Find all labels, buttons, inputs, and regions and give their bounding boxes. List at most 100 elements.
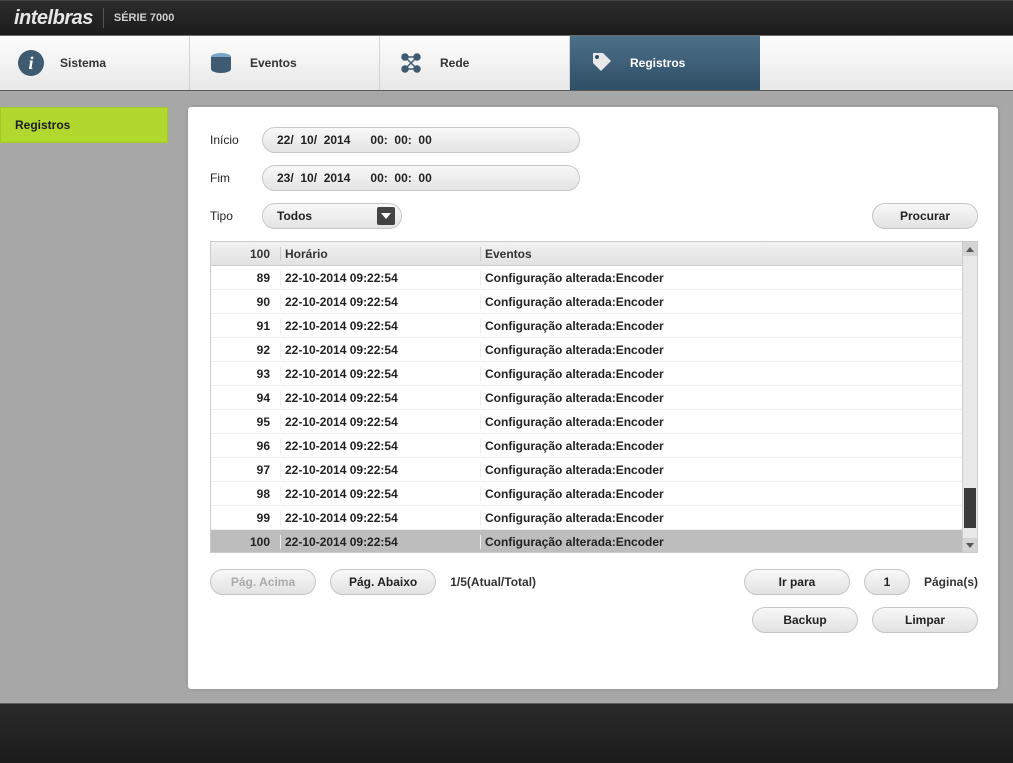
col-event: Eventos — [481, 247, 962, 261]
cylinder-icon — [206, 48, 236, 78]
nav-sistema[interactable]: i Sistema — [0, 36, 190, 90]
page-info: 1/5(Atual/Total) — [450, 575, 536, 589]
cell-time: 22-10-2014 09:22:54 — [281, 535, 481, 549]
cell-time: 22-10-2014 09:22:54 — [281, 415, 481, 429]
row-start: Início 22/ 10/ 2014 00: 00: 00 — [210, 127, 978, 153]
cell-index: 96 — [211, 439, 281, 453]
nav-label: Registros — [630, 56, 685, 70]
content-panel: Início 22/ 10/ 2014 00: 00: 00 Fim 23/ 1… — [188, 107, 998, 689]
row-end: Fim 23/ 10/ 2014 00: 00: 00 — [210, 165, 978, 191]
page-number-input[interactable]: 1 — [864, 569, 910, 595]
table-row[interactable]: 8922-10-2014 09:22:54Configuração altera… — [211, 266, 962, 290]
cell-event: Configuração alterada:Encoder — [481, 271, 962, 285]
sidebar-item-registros[interactable]: Registros — [0, 107, 168, 143]
scroll-up-icon[interactable] — [963, 242, 977, 256]
cell-time: 22-10-2014 09:22:54 — [281, 367, 481, 381]
nav-registros[interactable]: Registros — [570, 36, 760, 90]
sidebar-item-label: Registros — [15, 118, 70, 132]
table-row[interactable]: 10022-10-2014 09:22:54Configuração alter… — [211, 530, 962, 552]
backup-button[interactable]: Backup — [752, 607, 858, 633]
table-row[interactable]: 9722-10-2014 09:22:54Configuração altera… — [211, 458, 962, 482]
cell-index: 91 — [211, 319, 281, 333]
pager-row: Pág. Acima Pág. Abaixo 1/5(Atual/Total) … — [210, 569, 978, 595]
chevron-down-icon — [377, 207, 395, 225]
table-row[interactable]: 9222-10-2014 09:22:54Configuração altera… — [211, 338, 962, 362]
nav-label: Eventos — [250, 56, 297, 70]
scroll-down-icon[interactable] — [963, 538, 977, 552]
nav-eventos[interactable]: Eventos — [190, 36, 380, 90]
cell-index: 94 — [211, 391, 281, 405]
serie-label: SÉRIE 7000 — [114, 12, 175, 24]
cell-index: 99 — [211, 511, 281, 525]
cell-time: 22-10-2014 09:22:54 — [281, 271, 481, 285]
cell-time: 22-10-2014 09:22:54 — [281, 511, 481, 525]
cell-time: 22-10-2014 09:22:54 — [281, 391, 481, 405]
action-row: Backup Limpar — [210, 607, 978, 633]
type-label: Tipo — [210, 209, 250, 223]
cell-event: Configuração alterada:Encoder — [481, 295, 962, 309]
cell-time: 22-10-2014 09:22:54 — [281, 487, 481, 501]
cell-index: 98 — [211, 487, 281, 501]
search-button-label: Procurar — [900, 209, 950, 223]
cell-event: Configuração alterada:Encoder — [481, 391, 962, 405]
type-selected: Todos — [277, 209, 312, 223]
log-table-body: 100 Horário Eventos 8922-10-2014 09:22:5… — [211, 242, 962, 552]
type-dropdown[interactable]: Todos — [262, 203, 402, 229]
table-row[interactable]: 9022-10-2014 09:22:54Configuração altera… — [211, 290, 962, 314]
table-row[interactable]: 9922-10-2014 09:22:54Configuração altera… — [211, 506, 962, 530]
end-datetime-value: 23/ 10/ 2014 00: 00: 00 — [277, 171, 432, 185]
cell-event: Configuração alterada:Encoder — [481, 487, 962, 501]
network-icon — [396, 48, 426, 78]
table-row[interactable]: 9422-10-2014 09:22:54Configuração altera… — [211, 386, 962, 410]
cell-index: 100 — [211, 535, 281, 549]
page-prev-label: Pág. Acima — [231, 575, 295, 589]
table-row[interactable]: 9122-10-2014 09:22:54Configuração altera… — [211, 314, 962, 338]
table-header: 100 Horário Eventos — [211, 242, 962, 266]
nav-rede[interactable]: Rede — [380, 36, 570, 90]
cell-index: 95 — [211, 415, 281, 429]
start-datetime-value: 22/ 10/ 2014 00: 00: 00 — [277, 133, 432, 147]
row-type: Tipo Todos Procurar — [210, 203, 978, 229]
goto-label: Ir para — [779, 575, 816, 589]
cell-event: Configuração alterada:Encoder — [481, 343, 962, 357]
col-count: 100 — [211, 247, 281, 261]
page-next-label: Pág. Abaixo — [349, 575, 417, 589]
search-button[interactable]: Procurar — [872, 203, 978, 229]
page-number-value: 1 — [884, 575, 891, 589]
table-row[interactable]: 9822-10-2014 09:22:54Configuração altera… — [211, 482, 962, 506]
page-prev-button[interactable]: Pág. Acima — [210, 569, 316, 595]
cell-event: Configuração alterada:Encoder — [481, 511, 962, 525]
page-next-button[interactable]: Pág. Abaixo — [330, 569, 436, 595]
cell-index: 90 — [211, 295, 281, 309]
brand-logo: intelbras — [14, 7, 93, 30]
cell-time: 22-10-2014 09:22:54 — [281, 463, 481, 477]
cell-time: 22-10-2014 09:22:54 — [281, 295, 481, 309]
clear-button[interactable]: Limpar — [872, 607, 978, 633]
goto-button[interactable]: Ir para — [744, 569, 850, 595]
start-datetime-input[interactable]: 22/ 10/ 2014 00: 00: 00 — [262, 127, 580, 153]
scroll-thumb[interactable] — [964, 488, 976, 528]
table-row[interactable]: 9522-10-2014 09:22:54Configuração altera… — [211, 410, 962, 434]
cell-event: Configuração alterada:Encoder — [481, 535, 962, 549]
cell-time: 22-10-2014 09:22:54 — [281, 319, 481, 333]
navbar: i Sistema Eventos Rede Registros — [0, 36, 1013, 91]
col-time: Horário — [281, 247, 481, 261]
log-table: 100 Horário Eventos 8922-10-2014 09:22:5… — [210, 241, 978, 553]
cell-event: Configuração alterada:Encoder — [481, 319, 962, 333]
end-datetime-input[interactable]: 23/ 10/ 2014 00: 00: 00 — [262, 165, 580, 191]
cell-event: Configuração alterada:Encoder — [481, 463, 962, 477]
topbar: intelbras SÉRIE 7000 — [0, 0, 1013, 36]
start-label: Início — [210, 133, 250, 147]
table-row[interactable]: 9622-10-2014 09:22:54Configuração altera… — [211, 434, 962, 458]
cell-index: 89 — [211, 271, 281, 285]
bottombar — [0, 703, 1013, 763]
scrollbar[interactable] — [962, 242, 977, 552]
cell-event: Configuração alterada:Encoder — [481, 415, 962, 429]
cell-index: 92 — [211, 343, 281, 357]
nav-label: Sistema — [60, 56, 106, 70]
cell-index: 97 — [211, 463, 281, 477]
svg-text:i: i — [28, 53, 33, 73]
tag-icon — [586, 48, 616, 78]
cell-event: Configuração alterada:Encoder — [481, 439, 962, 453]
table-row[interactable]: 9322-10-2014 09:22:54Configuração altera… — [211, 362, 962, 386]
